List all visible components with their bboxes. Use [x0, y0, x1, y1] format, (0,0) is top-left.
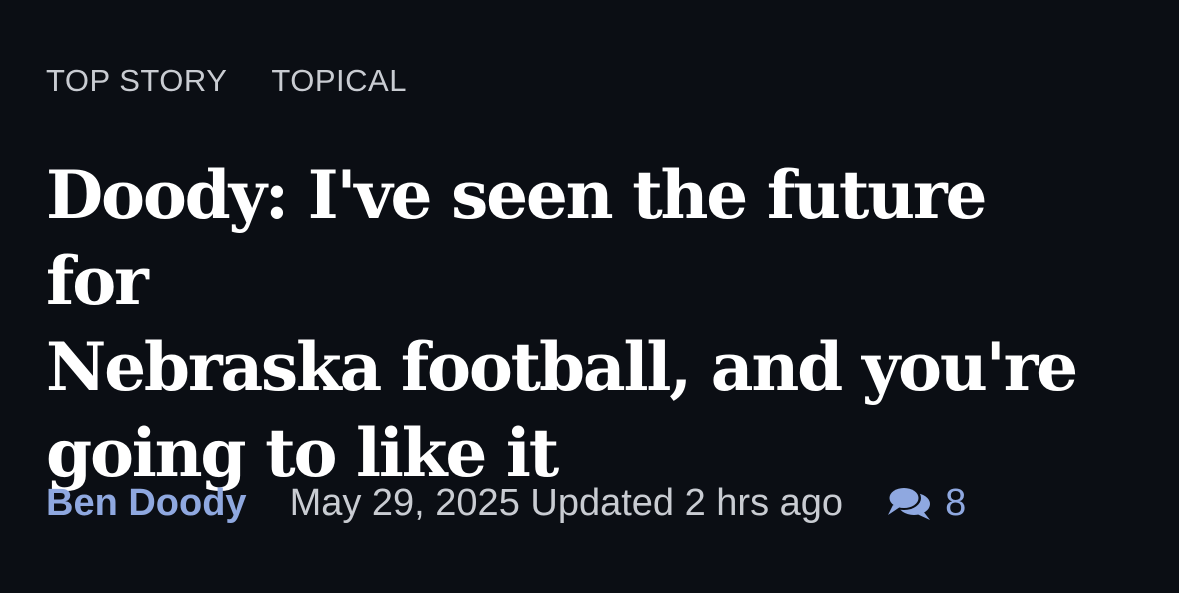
headline-line-2: Nebraska football, and you're	[46, 328, 1078, 406]
byline: Ben Doody May 29, 2025 Updated 2 hrs ago…	[46, 480, 966, 526]
comment-count: 8	[945, 482, 967, 524]
tag-top-story[interactable]: TOP STORY	[46, 62, 227, 100]
author-link[interactable]: Ben Doody	[46, 480, 247, 526]
headline-line-1: Doody: I've seen the future for	[46, 156, 987, 320]
comments-icon	[887, 486, 931, 520]
tag-list: TOP STORY TOPICAL	[46, 62, 407, 100]
comments-button[interactable]: 8	[885, 480, 966, 526]
publish-date: May 29, 2025 Updated 2 hrs ago	[289, 482, 844, 524]
headline: Doody: I've seen the future for Nebraska…	[46, 152, 1086, 496]
tag-topical[interactable]: TOPICAL	[271, 62, 407, 100]
article-header: TOP STORY TOPICAL Doody: I've seen the f…	[46, 0, 1146, 593]
